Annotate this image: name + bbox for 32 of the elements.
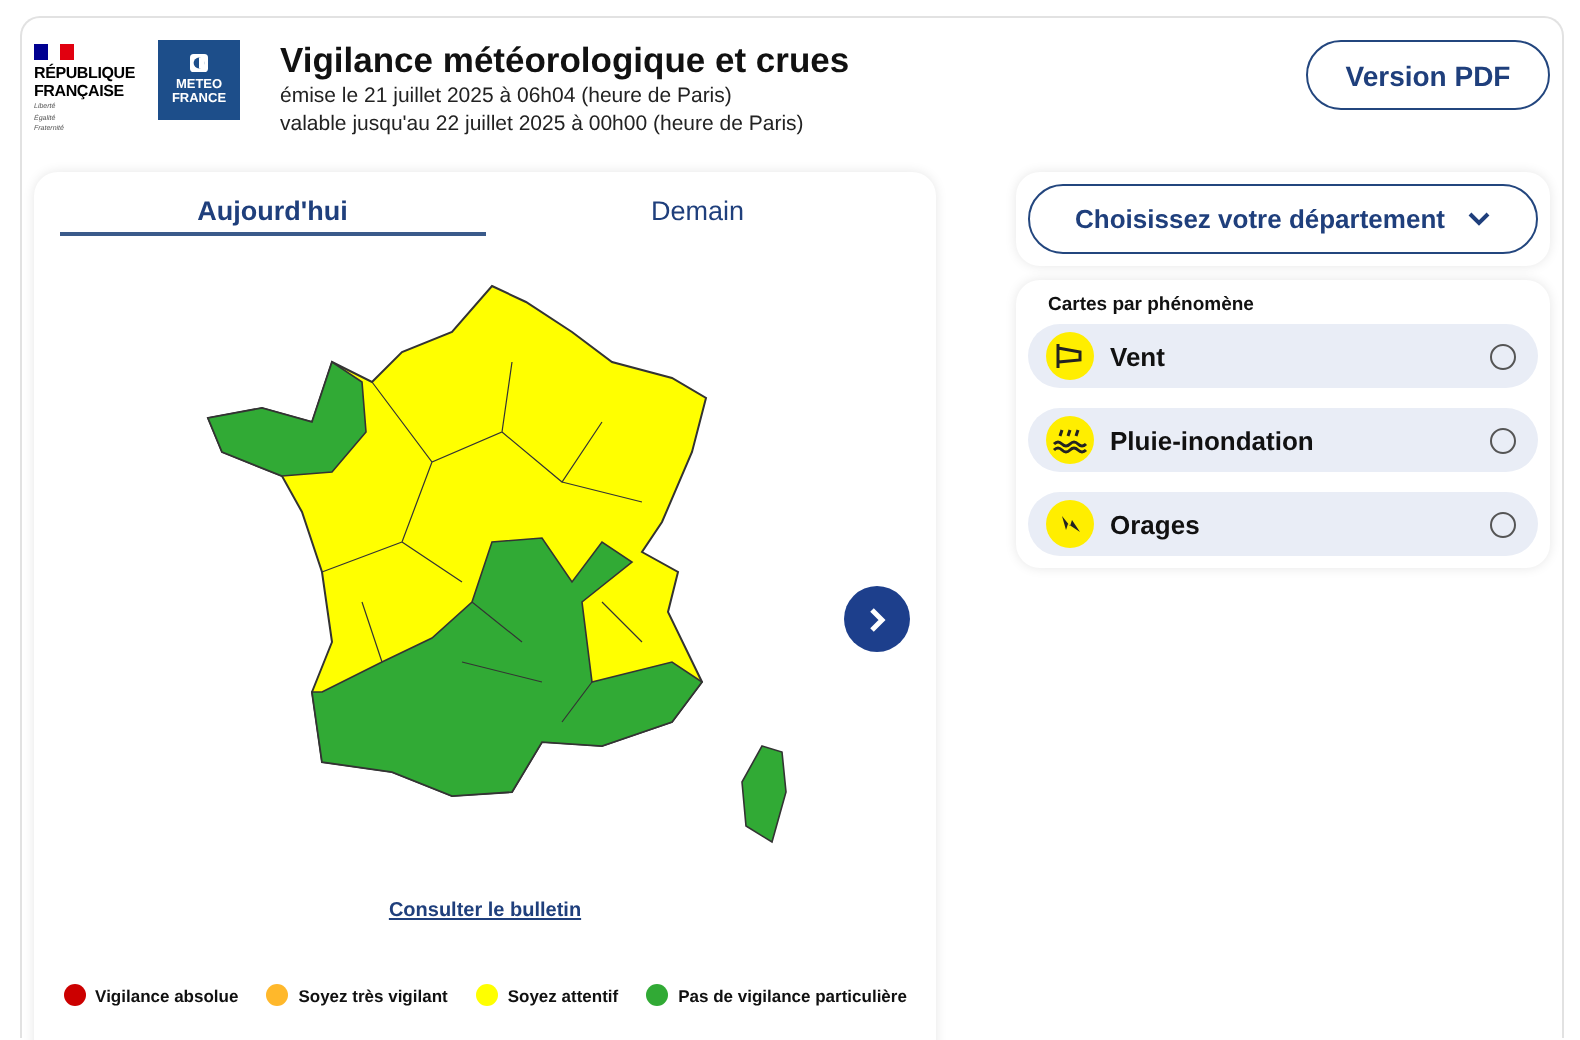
phenomena-title: Cartes par phénomène [1048,294,1256,316]
phenomenon-label: Pluie-inondation [1110,425,1316,455]
lightning-icon [1046,500,1094,548]
department-select[interactable]: Choisissez votre département [1028,184,1538,254]
next-button[interactable] [844,586,910,652]
valid-date: valable jusqu'au 22 juillet 2025 à 00h00 (heure de Paris) [280,110,806,138]
legend-label: Vigilance absolue [95,985,239,1005]
phenomenon-label: Vent [1110,341,1167,371]
flood-icon [1046,416,1094,464]
page-title: Vigilance météorologique et crues [280,38,852,82]
issued-date: émise le 21 juillet 2025 à 06h04 (heure de Paris) [280,82,734,110]
pdf-button[interactable]: Version PDF [1306,40,1550,110]
radio-button[interactable] [1490,343,1516,369]
day-tab[interactable]: Aujourd'hui [60,188,485,236]
logo-text: RÉPUBLIQUE [34,64,137,82]
phenomenon-label: Orages [1110,509,1202,539]
legend-label: Soyez très vigilant [298,985,448,1005]
phenomenon-option[interactable]: Orages [1028,492,1538,556]
legend-label: Soyez attentif [507,985,619,1005]
bulletin-link[interactable]: Consulter le bulletin [388,900,582,922]
phenomenon-option[interactable]: Vent [1028,324,1538,388]
logo-text: FRANÇAISE [34,82,126,100]
flag-icon [34,44,74,60]
logo-icon [190,54,208,72]
day-tab[interactable]: Demain [485,188,910,236]
chevron-down-icon [1468,212,1491,226]
phenomenon-option[interactable]: Pluie-inondation [1028,408,1538,472]
windsock-icon [1046,332,1094,380]
chevron-right-icon [867,605,887,633]
radio-button[interactable] [1490,511,1516,537]
radio-button[interactable] [1490,427,1516,453]
legend-label: Pas de vigilance particulière [678,985,907,1005]
